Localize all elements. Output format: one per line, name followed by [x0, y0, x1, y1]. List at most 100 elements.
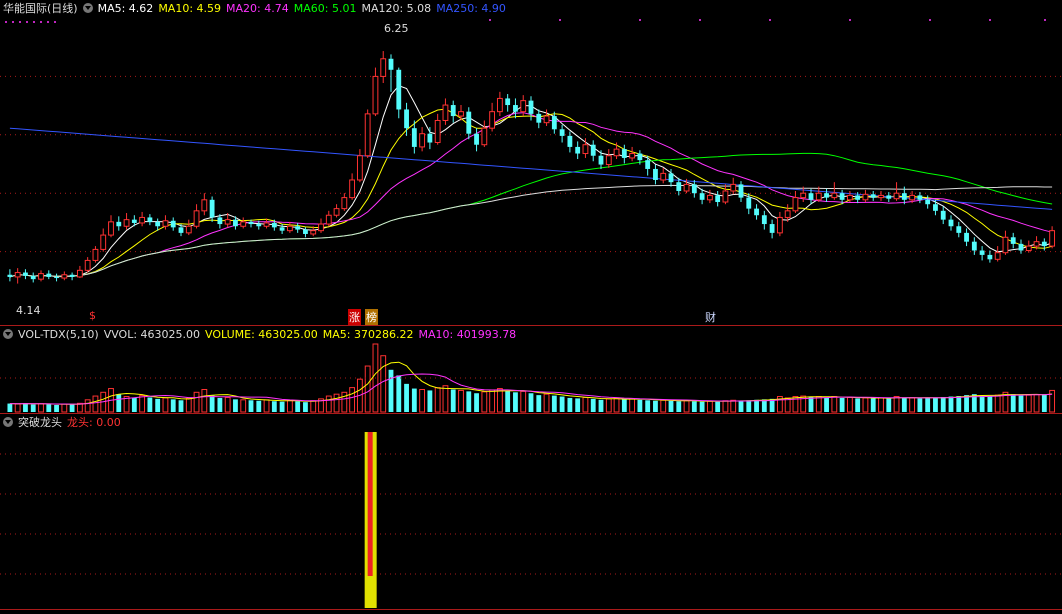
candle-body — [38, 273, 44, 280]
candle-body — [925, 199, 931, 205]
signal-bar-core — [367, 432, 373, 576]
candle-body — [715, 195, 721, 203]
candle-body — [543, 115, 550, 124]
volume-bar — [201, 388, 208, 413]
volume-bar — [754, 399, 759, 412]
volume-bar — [645, 400, 651, 412]
volume-panel[interactable]: VOL-TDX(5,10) VVOL: 463025.00 VOLUME: 4630… — [0, 326, 1062, 414]
volume-bar — [964, 395, 969, 412]
volume-bar — [1025, 394, 1032, 413]
volume-bar — [84, 399, 91, 413]
volume-bar — [286, 399, 293, 413]
volume-bar — [450, 389, 456, 412]
vvol-value: VVOL: 463025.00 — [103, 328, 201, 341]
signal-dot — [40, 21, 42, 23]
candle-body — [209, 199, 215, 218]
volume-bar — [434, 387, 441, 413]
candle-body — [948, 219, 954, 227]
volume-bar — [295, 401, 301, 412]
marker-bang[interactable]: 榜 — [365, 309, 378, 325]
volume-bar — [7, 403, 13, 412]
volume-bar — [979, 395, 985, 412]
candlestick-chart[interactable] — [0, 0, 1062, 326]
indicator-panel[interactable]: 突破龙头 龙头: 0.00 — [0, 414, 1062, 614]
candle-body — [131, 219, 137, 223]
panel-bottom-border — [0, 609, 1062, 610]
volume-bar — [14, 403, 21, 413]
ma-legend: MA5: 4.62 MA10: 4.59 MA20: 4.74 MA60: 5.01 M… — [98, 2, 511, 15]
candle-body — [411, 128, 417, 147]
volume-bar — [1010, 394, 1016, 412]
signal-dot — [929, 19, 931, 21]
volume-bar — [855, 398, 861, 412]
volume-bar — [893, 396, 900, 413]
volume-bar — [170, 399, 176, 412]
ma-legend-item: MA120: 5.08 — [361, 2, 432, 15]
ma-legend-item: MA250: 4.90 — [436, 2, 506, 15]
candle-body — [84, 259, 91, 271]
signal-dot — [849, 19, 851, 21]
volume-bar — [116, 394, 122, 412]
volume-bar — [396, 375, 402, 412]
candle-body — [427, 133, 433, 143]
dropdown-icon[interactable] — [3, 417, 13, 427]
candle-body — [761, 215, 767, 225]
ma60-line — [9, 152, 1053, 278]
candle-body — [162, 220, 169, 227]
volume-title: VOL-TDX(5,10) — [18, 328, 99, 341]
volume-bar — [862, 397, 869, 413]
candle-body — [100, 234, 107, 250]
marker-cai[interactable]: 财 — [705, 309, 716, 325]
marker-dollar[interactable]: $ — [89, 309, 96, 322]
volume-bar — [824, 397, 829, 412]
signal-dot — [5, 21, 7, 23]
signal-dot — [989, 19, 991, 21]
candle-body — [940, 210, 946, 220]
volume-bar — [598, 399, 604, 412]
candle-body — [870, 194, 876, 198]
volume-bar — [303, 402, 308, 412]
volume-bar — [131, 397, 137, 412]
volume-bar — [994, 394, 1001, 413]
volume-bar — [575, 398, 581, 412]
candle-body — [855, 195, 861, 200]
volume-bar — [746, 400, 752, 412]
candle-body — [901, 193, 907, 200]
signal-dot — [639, 19, 641, 21]
candle-body — [193, 210, 200, 227]
volume-bar — [917, 398, 923, 412]
volume-bar — [388, 369, 394, 412]
candle-body — [668, 173, 674, 183]
candle-body — [637, 153, 643, 161]
price-legend: 华能国际(日线) MA5: 4.62 MA10: 4.59 MA20: 4.74 MA6… — [3, 2, 516, 16]
volume-bar — [489, 389, 496, 413]
volume-bar — [1033, 394, 1040, 413]
candle-body — [862, 193, 869, 201]
volume-bar — [831, 396, 838, 413]
candle-body — [248, 221, 254, 225]
price-chart-panel[interactable]: 华能国际(日线) MA5: 4.62 MA10: 4.59 MA20: 4.74 MA6… — [0, 0, 1062, 326]
candle-body — [356, 155, 363, 181]
volume-bar — [481, 391, 488, 413]
dropdown-icon[interactable] — [3, 329, 13, 339]
candle-body — [567, 135, 573, 147]
marker-zhang[interactable]: 涨 — [348, 309, 361, 325]
volume-bar — [706, 400, 713, 413]
indicator-chart[interactable] — [0, 414, 1062, 614]
candle-body — [815, 192, 822, 201]
indicator-value: 龙头: 0.00 — [67, 416, 121, 429]
volume-bar — [956, 396, 962, 412]
volume-bar — [496, 388, 503, 413]
volume-bar — [61, 403, 68, 413]
volume-bar — [30, 404, 36, 412]
volume-bar — [193, 391, 200, 413]
candle-body — [364, 113, 371, 157]
volume-bar — [551, 395, 557, 412]
candle-body — [660, 172, 667, 181]
volume-value: VOLUME: 463025.00 — [205, 328, 318, 341]
signal-dot — [769, 19, 771, 21]
volume-bar — [404, 383, 409, 412]
dropdown-icon[interactable] — [82, 3, 93, 13]
signal-dot — [47, 21, 49, 23]
candle-body — [1002, 236, 1009, 254]
